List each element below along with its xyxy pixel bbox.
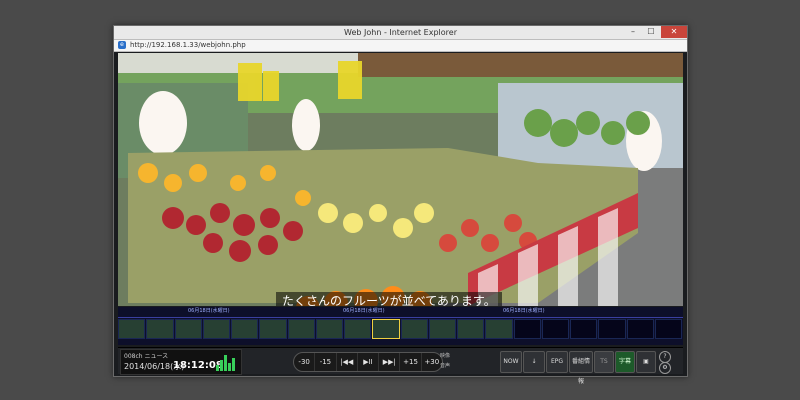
video-level-label: 映像	[440, 353, 451, 359]
channel-label: 008ch ニュース	[124, 353, 169, 360]
level-meter	[216, 352, 238, 372]
timeline-thumbnail[interactable]	[428, 319, 456, 339]
program-info-panel: 008ch ニュース 2014/06/18(水) 18:12:08	[120, 349, 242, 375]
subtitle-caption: たくさんのフルーツが並べてあります。	[276, 292, 502, 306]
timeline-thumbnail-empty	[541, 319, 569, 339]
ruler-date-label: 06月18日(水曜日)	[343, 308, 385, 314]
timeline-thumbnail[interactable]	[457, 319, 485, 339]
timeline-thumbnail[interactable]	[315, 319, 343, 339]
timeline-thumbnail[interactable]	[259, 319, 287, 339]
timeline-thumbnail[interactable]	[146, 319, 174, 339]
timeline-thumbnail[interactable]	[287, 319, 315, 339]
ts-button[interactable]: TS	[594, 351, 614, 373]
timeline-thumbnail[interactable]	[231, 319, 259, 339]
timeline-thumbnail[interactable]	[485, 319, 513, 339]
timeline-thumbnail-empty	[513, 319, 541, 339]
video-player[interactable]: たくさんのフルーツが並べてあります。	[118, 53, 683, 306]
volume-panel: 映像 音声	[440, 351, 450, 371]
control-bar: 008ch ニュース 2014/06/18(水) 18:12:08 -30 -1…	[118, 347, 683, 385]
close-button[interactable]: ✕	[661, 26, 687, 38]
title-bar: Web John - Internet Explorer – ☐ ✕	[114, 26, 687, 40]
timeline-thumbnail[interactable]	[344, 319, 372, 339]
timeline-thumbnail-current[interactable]	[372, 319, 400, 339]
playback-controls: -30 -15 |◀◀ ▶II ▶▶| +15 +30	[293, 352, 443, 372]
program-info-button[interactable]: 番組情報	[569, 351, 593, 385]
minimize-button[interactable]: –	[625, 26, 641, 38]
timeline-thumbnail-empty	[598, 319, 626, 339]
now-button[interactable]: NOW	[500, 351, 522, 373]
url-text[interactable]: http://192.168.1.33/webjohn.php	[130, 40, 246, 51]
window-title: Web John - Internet Explorer	[344, 28, 457, 37]
browser-window: Web John - Internet Explorer – ☐ ✕ e htt…	[113, 25, 688, 385]
ruler-date-label: 06月18日(水曜日)	[503, 308, 545, 314]
timeline-ruler[interactable]: 06月18日(水曜日) 06月18日(水曜日) 06月18日(水曜日)	[118, 307, 683, 318]
timeline-thumbnail-empty	[570, 319, 598, 339]
timeline-thumbnail-empty	[626, 319, 654, 339]
display-button[interactable]: ▣	[636, 351, 656, 373]
subtitle-button[interactable]: 字幕	[615, 351, 635, 373]
audio-level-label: 音声	[440, 363, 451, 369]
timeline-thumbnail[interactable]	[118, 319, 146, 339]
download-button[interactable]: ↓	[523, 351, 545, 373]
timeline-thumbnails	[118, 319, 683, 339]
next-button[interactable]: ▶▶|	[379, 353, 401, 371]
timeline-thumbnail-empty	[654, 319, 682, 339]
previous-button[interactable]: |◀◀	[337, 353, 358, 371]
ruler-date-label: 06月18日(水曜日)	[188, 308, 230, 314]
epg-button[interactable]: EPG	[546, 351, 568, 373]
market-scene-image	[118, 53, 683, 306]
rewind-30-button[interactable]: -30	[294, 353, 316, 371]
timeline-thumbnail[interactable]	[202, 319, 230, 339]
settings-icon[interactable]: ⚙	[659, 362, 671, 374]
timeline[interactable]: 06月18日(水曜日) 06月18日(水曜日) 06月18日(水曜日)	[118, 307, 683, 345]
forward-30-button[interactable]: +30	[422, 353, 442, 371]
timeline-thumbnail[interactable]	[400, 319, 428, 339]
address-bar[interactable]: e http://192.168.1.33/webjohn.php	[114, 40, 687, 52]
maximize-button[interactable]: ☐	[643, 26, 659, 38]
rewind-15-button[interactable]: -15	[315, 353, 337, 371]
play-pause-button[interactable]: ▶II	[358, 353, 380, 371]
timeline-thumbnail[interactable]	[174, 319, 202, 339]
ie-icon: e	[118, 41, 126, 49]
forward-15-button[interactable]: +15	[400, 353, 422, 371]
